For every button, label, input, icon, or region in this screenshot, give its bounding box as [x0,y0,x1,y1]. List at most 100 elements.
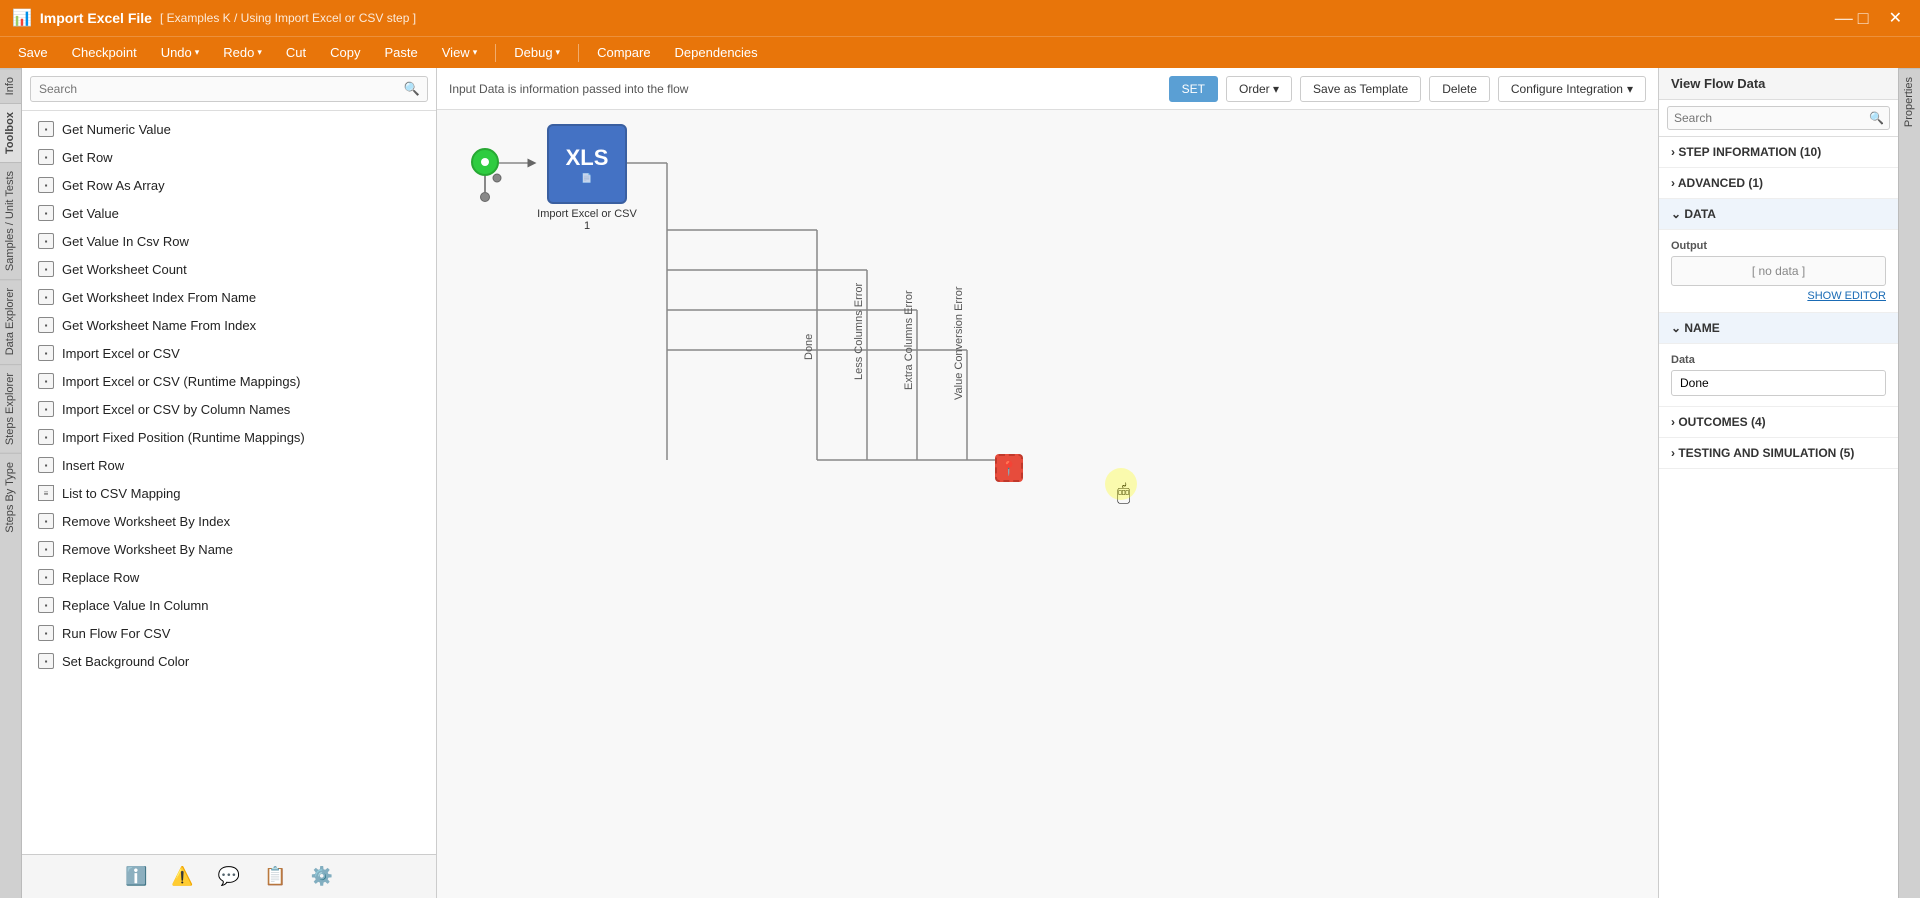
tool-item-label: Get Worksheet Index From Name [62,290,256,305]
menu-cut[interactable]: Cut [276,41,316,64]
flow-canvas[interactable]: Done Less Columns Error Extra Columns Er… [437,110,1658,898]
tool-item-icon: ▪ [38,233,54,249]
menu-copy[interactable]: Copy [320,41,370,64]
tool-item-icon: ▪ [38,317,54,333]
menu-debug[interactable]: Debug ▾ [504,41,570,64]
toolbox-item[interactable]: ▪Replace Value In Column [22,591,436,619]
tool-item-label: Get Value [62,206,119,221]
show-editor-button[interactable]: SHOW EDITOR [1807,290,1886,302]
tab-info[interactable]: Info [0,68,21,103]
outcomes-label: › OUTCOMES (4) [1671,415,1766,429]
right-search-input[interactable] [1667,106,1890,130]
right-panel: View Flow Data 🔍 › STEP INFORMATION (10)… [1658,68,1898,898]
excel-node[interactable]: XLS 📄 Import Excel or CSV 1 [537,124,637,232]
data-section: Output [ no data ] SHOW EDITOR [1659,230,1898,313]
section-step-information[interactable]: › STEP INFORMATION (10) [1659,137,1898,168]
right-top-bar: View Flow Data [1659,68,1898,100]
toolbox-item[interactable]: ▪Replace Row [22,563,436,591]
toolbox-item[interactable]: ▪Get Row As Array [22,171,436,199]
right-side-tabs: Properties [1898,68,1920,898]
warning-button[interactable]: ⚠️ [171,866,193,887]
tool-item-label: Insert Row [62,458,124,473]
toolbox-item[interactable]: ▪Remove Worksheet By Index [22,507,436,535]
chat-button[interactable]: 💬 [218,866,240,887]
canvas-area: Input Data is information passed into th… [437,68,1658,898]
tool-item-label: Get Row [62,150,113,165]
tool-item-label: Get Numeric Value [62,122,171,137]
close-button[interactable]: ✕ [1883,8,1908,28]
tab-data-explorer[interactable]: Data Explorer [0,279,21,363]
toolbox-item[interactable]: ▪Get Numeric Value [22,115,436,143]
configure-integration-button[interactable]: Configure Integration ▾ [1498,76,1646,102]
right-search: 🔍 [1659,100,1898,137]
menu-paste[interactable]: Paste [375,41,428,64]
tool-item-icon: ▪ [38,541,54,557]
menu-compare[interactable]: Compare [587,41,660,64]
menu-undo[interactable]: Undo ▾ [151,41,210,64]
view-flow-label[interactable]: View Flow Data [1671,76,1765,91]
tool-item-label: Import Fixed Position (Runtime Mappings) [62,430,305,445]
toolbox-item[interactable]: ▪ Import Fixed Position (Runtime Mappings… [22,423,436,451]
toolbox-item[interactable]: ▪Get Worksheet Index From Name [22,283,436,311]
tool-item-label: Get Row As Array [62,178,165,193]
window-controls: — □ ✕ [1835,8,1908,29]
section-advanced[interactable]: › ADVANCED (1) [1659,168,1898,199]
tool-item-label: Replace Value In Column [62,598,208,613]
right-tab-properties[interactable]: Properties [1899,68,1920,135]
search-bar: 🔍 [22,68,436,111]
toolbox-item[interactable]: ▪ Get Row [22,143,436,171]
toolbox-list: ▪Get Numeric Value▪Get Row▪Get Row As Ar… [22,111,436,854]
toolbox-item[interactable]: ▪Get Value In Csv Row [22,227,436,255]
menu-dependencies[interactable]: Dependencies [665,41,768,64]
toolbox-item[interactable]: ▪Get Worksheet Count [22,255,436,283]
settings-button[interactable]: ⚙️ [311,866,333,887]
toolbox-panel: 🔍 ▪Get Numeric Value▪Get Row▪Get Row As … [22,68,437,898]
node-label: Import Excel or CSV 1 [537,208,637,232]
section-testing[interactable]: › TESTING AND SIMULATION (5) [1659,438,1898,469]
section-outcomes[interactable]: › OUTCOMES (4) [1659,407,1898,438]
cursor-glow [1105,468,1137,500]
toolbox-item[interactable]: ▪Set Background Color [22,647,436,675]
search-input[interactable] [30,76,428,102]
order-button[interactable]: Order ▾ [1226,76,1292,102]
tool-item-icon: ▪ [38,149,54,165]
toolbox-item[interactable]: ▪Insert Row [22,451,436,479]
name-input[interactable] [1671,370,1886,396]
toolbox-item[interactable]: ▪Run Flow For CSV [22,619,436,647]
main-layout: Info Toolbox Samples / Unit Tests Data E… [0,68,1920,898]
tab-steps-by-type[interactable]: Steps By Type [0,453,21,541]
tool-item-label: Import Excel or CSV (Runtime Mappings) [62,374,300,389]
menu-checkpoint[interactable]: Checkpoint [62,41,147,64]
tool-item-label: Get Worksheet Name From Index [62,318,256,333]
delete-button[interactable]: Delete [1429,76,1490,102]
section-data-header[interactable]: ⌄ DATA [1659,199,1898,230]
toolbox-item[interactable]: ▪Import Excel or CSV by Column Names [22,395,436,423]
subtitle: [ Examples K / Using Import Excel or CSV… [160,11,416,25]
advanced-label: › ADVANCED (1) [1671,176,1763,190]
toolbox-item[interactable]: ▪Import Excel or CSV [22,339,436,367]
tool-item-icon: ▪ [38,401,54,417]
menu-redo[interactable]: Redo ▾ [213,41,272,64]
section-name-header[interactable]: ⌄ NAME [1659,313,1898,344]
info-button[interactable]: ℹ️ [125,866,147,887]
configure-label: Configure Integration [1511,82,1623,96]
excel-box: XLS 📄 [547,124,627,204]
save-as-template-button[interactable]: Save as Template [1300,76,1421,102]
toolbox-item[interactable]: ▪ Remove Worksheet By Name [22,535,436,563]
tab-samples[interactable]: Samples / Unit Tests [0,162,21,279]
set-button[interactable]: SET [1169,76,1218,102]
doc-button[interactable]: 📋 [264,866,286,887]
tool-item-icon: ▪ [38,429,54,445]
tab-toolbox[interactable]: Toolbox [0,103,21,162]
tab-steps-explorer[interactable]: Steps Explorer [0,364,21,453]
toolbox-item[interactable]: ▪ Get Worksheet Name From Index [22,311,436,339]
toolbox-item[interactable]: ▪Import Excel or CSV (Runtime Mappings) [22,367,436,395]
show-editor-container: SHOW EDITOR [1671,290,1886,302]
menu-save[interactable]: Save [8,41,58,64]
data-output: [ no data ] [1671,256,1886,286]
menu-view[interactable]: View ▾ [432,41,487,64]
toolbox-item[interactable]: ▪Get Value [22,199,436,227]
toolbox-item[interactable]: ≡List to CSV Mapping [22,479,436,507]
tool-item-label: Remove Worksheet By Name [62,542,233,557]
svg-text:Done: Done [803,334,815,360]
